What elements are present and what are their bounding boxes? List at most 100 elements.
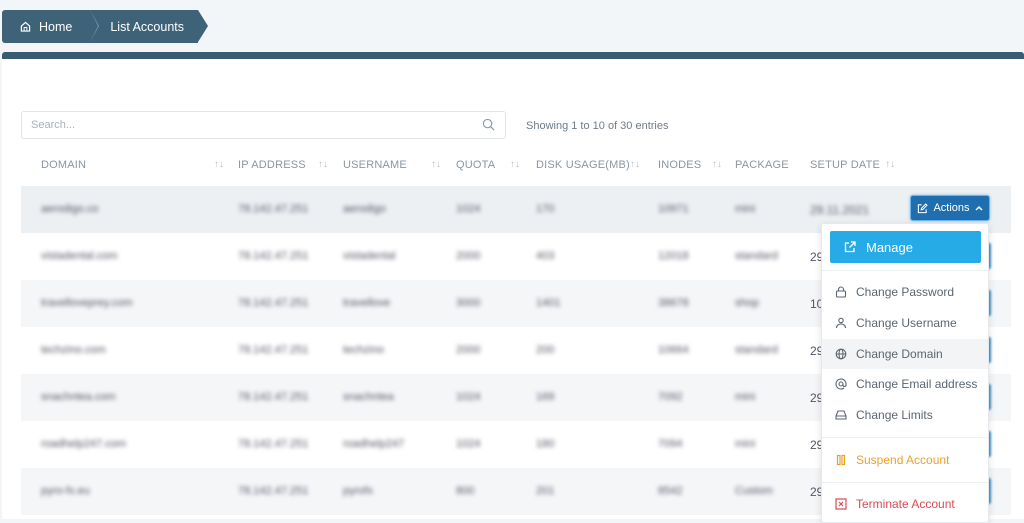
cell-username: vistadental bbox=[343, 250, 396, 262]
menu-divider bbox=[822, 270, 988, 271]
sort-icon[interactable]: ↑↓ bbox=[630, 159, 640, 170]
cell-inodes: 38678 bbox=[658, 297, 689, 309]
external-link-icon bbox=[844, 241, 856, 253]
cell-disk: 170 bbox=[536, 203, 555, 215]
lock-icon bbox=[835, 286, 847, 298]
home-icon bbox=[20, 21, 31, 32]
cell-domain: vistadental.com bbox=[41, 250, 118, 262]
sort-icon[interactable]: ↑↓ bbox=[510, 159, 520, 170]
entries-info: Showing 1 to 10 of 30 entries bbox=[526, 120, 669, 132]
search-input[interactable] bbox=[22, 112, 462, 138]
cell-quota: 1024 bbox=[456, 438, 481, 450]
cell-username: travellove bbox=[343, 297, 391, 309]
cell-package: shop bbox=[735, 297, 759, 309]
cell-quota: 1024 bbox=[456, 391, 481, 403]
menu-item-change-domain[interactable]: Change Domain bbox=[822, 339, 988, 369]
cell-quota: 2000 bbox=[456, 250, 481, 262]
manage-button[interactable]: Manage bbox=[830, 231, 981, 263]
cell-inodes: 7092 bbox=[658, 391, 683, 403]
cell-username: aerodigo bbox=[343, 203, 386, 215]
chevron-up-icon bbox=[975, 205, 983, 211]
menu-item-change-email[interactable]: Change Email address bbox=[822, 369, 988, 399]
cell-username: roadhelp247 bbox=[343, 438, 405, 450]
cell-inodes: 12018 bbox=[658, 250, 689, 262]
menu-item-label: Change Password bbox=[856, 285, 955, 299]
menu-item-change-password[interactable]: Change Password bbox=[822, 277, 988, 307]
cell-inodes: 7094 bbox=[658, 438, 683, 450]
pause-icon bbox=[836, 454, 846, 466]
menu-item-label: Change Email address bbox=[856, 377, 978, 391]
breadcrumb: Home List Accounts bbox=[2, 10, 208, 43]
edit-icon bbox=[918, 202, 929, 213]
actions-dropdown-menu: Manage Change Password Change Username C… bbox=[821, 223, 989, 523]
cell-package: Custom bbox=[735, 485, 773, 497]
menu-item-label: Change Domain bbox=[856, 347, 943, 361]
column-header[interactable]: INODES bbox=[658, 159, 701, 171]
cell-domain: travelloveprey.com bbox=[41, 297, 133, 309]
cell-quota: 2000 bbox=[456, 344, 481, 356]
cell-disk: 180 bbox=[536, 438, 555, 450]
cell-domain: snachntea.com bbox=[41, 391, 116, 403]
cell-disk: 200 bbox=[536, 344, 555, 356]
sort-icon[interactable]: ↑↓ bbox=[431, 159, 441, 170]
breadcrumb-home[interactable]: Home bbox=[2, 10, 100, 43]
cell-disk: 201 bbox=[536, 485, 555, 497]
breadcrumb-list-accounts[interactable]: List Accounts bbox=[90, 10, 208, 43]
cell-package: mini bbox=[735, 391, 756, 403]
cell-package: standard bbox=[735, 250, 778, 262]
sort-icon[interactable]: ↑↓ bbox=[318, 159, 328, 170]
manage-label: Manage bbox=[866, 239, 913, 255]
cell-domain: pyro-fx.eu bbox=[41, 485, 90, 497]
cell-username: techzino bbox=[343, 344, 384, 356]
menu-item-suspend-account[interactable]: Suspend Account bbox=[822, 445, 988, 475]
cell-domain: roadhelp247.com bbox=[41, 438, 127, 450]
at-sign-icon bbox=[835, 378, 847, 390]
actions-button[interactable]: Actions bbox=[910, 195, 990, 221]
menu-item-change-limits[interactable]: Change Limits bbox=[822, 400, 988, 430]
cell-disk: 403 bbox=[536, 250, 555, 262]
column-header[interactable]: DOMAIN bbox=[41, 159, 86, 171]
cell-package: mini bbox=[735, 438, 756, 450]
column-header[interactable]: QUOTA bbox=[456, 159, 495, 171]
sort-icon[interactable]: ↑↓ bbox=[885, 159, 895, 170]
menu-item-change-username[interactable]: Change Username bbox=[822, 308, 988, 338]
actions-label: Actions bbox=[933, 202, 970, 214]
cell-inodes: 10971 bbox=[658, 203, 689, 215]
cell-ip: 78.142.47.251 bbox=[238, 438, 309, 450]
cell-setup-date: 29.11.2021 bbox=[810, 203, 870, 217]
cell-ip: 78.142.47.251 bbox=[238, 250, 309, 262]
sort-icon[interactable]: ↑↓ bbox=[712, 159, 722, 170]
cell-quota: 800 bbox=[456, 485, 475, 497]
globe-icon bbox=[835, 348, 847, 360]
menu-divider bbox=[822, 437, 988, 438]
cell-ip: 78.142.47.251 bbox=[238, 391, 309, 403]
column-header[interactable]: DISK USAGE(MB) bbox=[536, 159, 630, 171]
cell-quota: 3000 bbox=[456, 297, 481, 309]
cell-inodes: 10664 bbox=[658, 344, 689, 356]
column-header[interactable]: USERNAME bbox=[343, 159, 407, 171]
card-header-band bbox=[2, 52, 1024, 59]
close-square-icon bbox=[835, 498, 847, 510]
cell-ip: 78.142.47.251 bbox=[238, 485, 309, 497]
breadcrumb-current-label: List Accounts bbox=[110, 19, 184, 34]
cell-ip: 78.142.47.251 bbox=[238, 344, 309, 356]
menu-item-label: Change Limits bbox=[856, 408, 933, 422]
cell-domain: aerodigo.co bbox=[41, 203, 99, 215]
cell-inodes: 8542 bbox=[658, 485, 683, 497]
cell-disk: 169 bbox=[536, 391, 555, 403]
column-header[interactable]: SETUP DATE bbox=[810, 159, 880, 171]
user-icon bbox=[835, 317, 847, 329]
cell-quota: 1024 bbox=[456, 203, 481, 215]
column-header[interactable]: PACKAGE bbox=[735, 159, 789, 171]
cell-disk: 1401 bbox=[536, 297, 561, 309]
cell-username: pyrofx bbox=[343, 485, 373, 497]
hard-drive-icon bbox=[835, 410, 847, 420]
cell-package: standard bbox=[735, 344, 778, 356]
column-header[interactable]: IP ADDRESS bbox=[238, 159, 306, 171]
menu-item-label: Suspend Account bbox=[856, 453, 950, 467]
sort-icon[interactable]: ↑↓ bbox=[214, 159, 224, 170]
menu-item-terminate-account[interactable]: Terminate Account bbox=[822, 489, 988, 519]
search-icon[interactable] bbox=[482, 118, 495, 131]
cell-package: mini bbox=[735, 203, 756, 215]
cell-username: snachntea bbox=[343, 391, 394, 403]
